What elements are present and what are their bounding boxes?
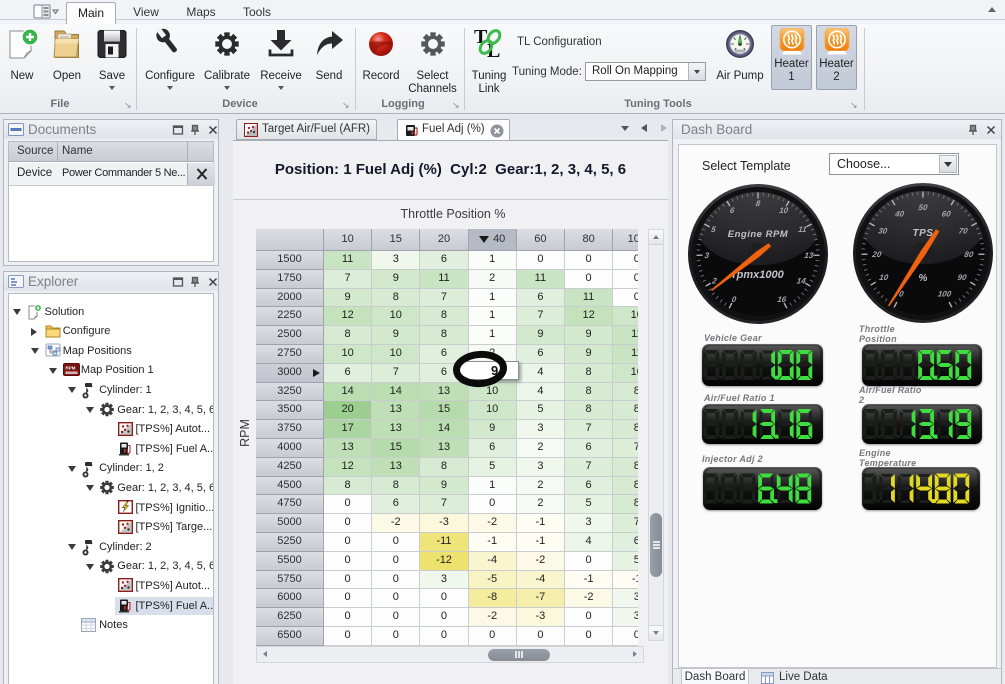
svg-text:100: 100	[937, 290, 952, 299]
svg-text:16: 16	[776, 295, 787, 304]
svg-text:13: 13	[803, 251, 814, 260]
svg-text:50: 50	[918, 203, 929, 212]
svg-text:14: 14	[796, 277, 807, 286]
svg-text:20: 20	[871, 250, 883, 259]
svg-text:10: 10	[778, 206, 789, 215]
svg-text:30: 30	[878, 227, 889, 236]
svg-text:TPS: TPS	[913, 228, 934, 239]
svg-text:Engine RPM: Engine RPM	[727, 229, 788, 240]
svg-text:80: 80	[964, 250, 975, 259]
svg-text:rpmx1000: rpmx1000	[732, 269, 784, 281]
svg-text:40: 40	[894, 209, 906, 218]
svg-text:60: 60	[941, 209, 952, 218]
svg-text:10: 10	[879, 273, 890, 282]
svg-text:RPM: RPM	[65, 365, 75, 370]
svg-text:%: %	[919, 273, 928, 284]
